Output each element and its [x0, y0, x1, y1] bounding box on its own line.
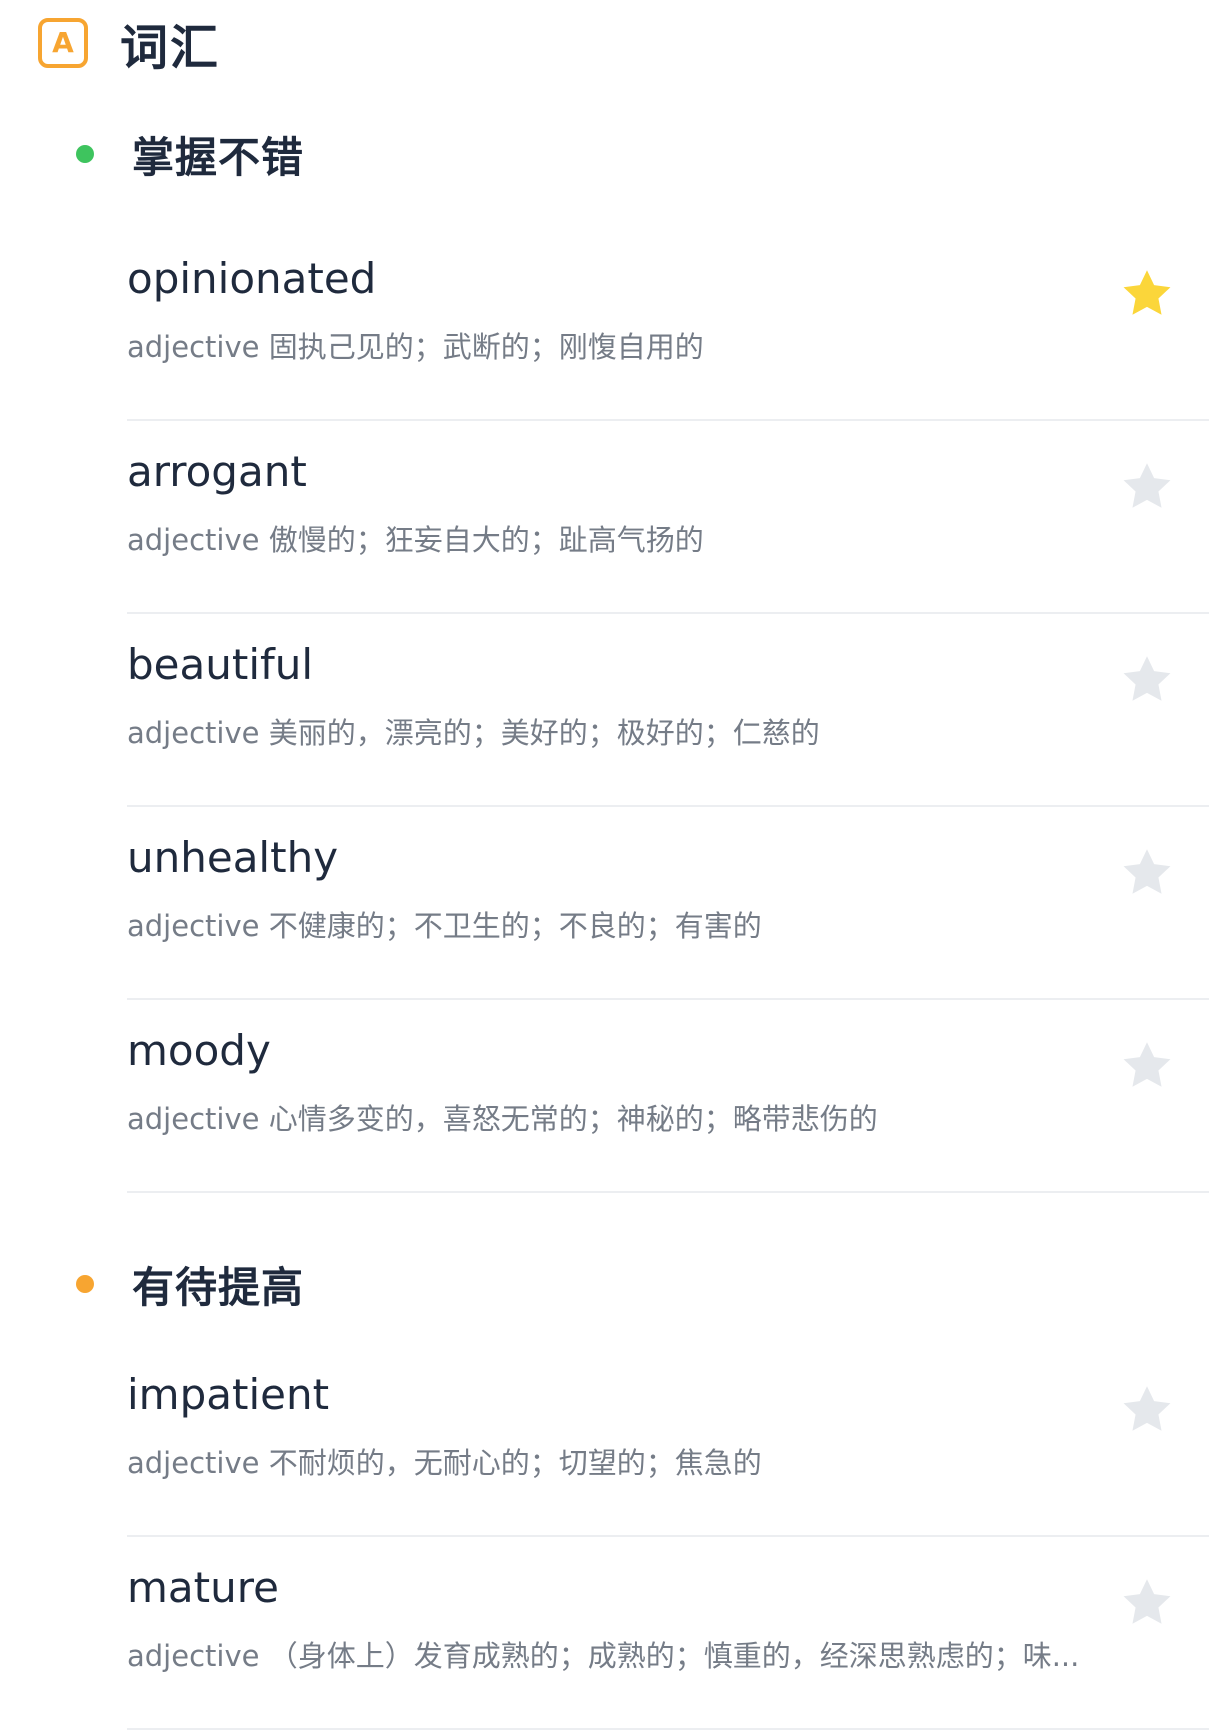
- word-definition: adjective 心情多变的，喜怒无常的；神秘的；略带悲伤的: [127, 1096, 878, 1138]
- word-definition: adjective 不耐烦的，无耐心的；切望的；焦急的: [127, 1440, 762, 1482]
- favorite-star-icon[interactable]: [1119, 652, 1175, 708]
- definition-text: 傲慢的；狂妄自大的；趾高气扬的: [268, 523, 704, 557]
- word-definition: adjective （身体上）发育成熟的；成熟的；慎重的，经深思熟虑的；味...: [127, 1633, 1079, 1675]
- part-of-speech: adjective: [127, 716, 260, 750]
- word-row-unhealthy[interactable]: unhealthy adjective 不健康的；不卫生的；不良的；有害的: [127, 807, 1209, 1000]
- word-term: moody: [127, 1026, 271, 1075]
- word-row-beautiful[interactable]: beautiful adjective 美丽的，漂亮的；美好的；极好的；仁慈的: [127, 614, 1209, 807]
- word-definition: adjective 固执己见的；武断的；刚愎自用的: [127, 324, 704, 366]
- word-row-opinionated[interactable]: opinionated adjective 固执己见的；武断的；刚愎自用的: [127, 228, 1209, 421]
- word-term: arrogant: [127, 447, 307, 496]
- word-term: beautiful: [127, 640, 314, 689]
- part-of-speech: adjective: [127, 1102, 260, 1136]
- word-definition: adjective 不健康的；不卫生的；不良的；有害的: [127, 903, 762, 945]
- word-term: impatient: [127, 1370, 330, 1419]
- part-of-speech: adjective: [127, 1639, 260, 1673]
- definition-text: 固执己见的；武断的；刚愎自用的: [268, 330, 704, 364]
- part-of-speech: adjective: [127, 909, 260, 943]
- section-header-good: 掌握不错: [76, 124, 304, 184]
- favorite-star-icon[interactable]: [1119, 1382, 1175, 1438]
- definition-text: 美丽的，漂亮的；美好的；极好的；仁慈的: [268, 716, 820, 750]
- favorite-star-icon[interactable]: [1119, 266, 1175, 322]
- word-row-mature[interactable]: mature adjective （身体上）发育成熟的；成熟的；慎重的，经深思熟…: [127, 1537, 1209, 1730]
- word-term: mature: [127, 1563, 279, 1612]
- definition-text: 不耐烦的，无耐心的；切望的；焦急的: [268, 1446, 762, 1480]
- vocabulary-letter-icon: A: [38, 18, 88, 68]
- section-title: 有待提高: [132, 1262, 305, 1312]
- section-status-dot: [76, 1275, 94, 1293]
- word-row-arrogant[interactable]: arrogant adjective 傲慢的；狂妄自大的；趾高气扬的: [127, 421, 1209, 614]
- definition-text: （身体上）发育成熟的；成熟的；慎重的，经深思熟虑的；味...: [268, 1639, 1080, 1673]
- word-definition: adjective 美丽的，漂亮的；美好的；极好的；仁慈的: [127, 710, 820, 752]
- favorite-star-icon[interactable]: [1119, 1038, 1175, 1094]
- word-definition: adjective 傲慢的；狂妄自大的；趾高气扬的: [127, 517, 704, 559]
- favorite-star-icon[interactable]: [1119, 845, 1175, 901]
- favorite-star-icon[interactable]: [1119, 1575, 1175, 1631]
- section-header-improve: 有待提高: [76, 1254, 304, 1314]
- word-term: unhealthy: [127, 833, 339, 882]
- word-term: opinionated: [127, 254, 377, 303]
- definition-text: 不健康的；不卫生的；不良的；有害的: [268, 909, 762, 943]
- page-title: 词汇: [120, 20, 221, 76]
- word-row-impatient[interactable]: impatient adjective 不耐烦的，无耐心的；切望的；焦急的: [127, 1344, 1209, 1537]
- part-of-speech: adjective: [127, 1446, 260, 1480]
- definition-text: 心情多变的，喜怒无常的；神秘的；略带悲伤的: [268, 1102, 878, 1136]
- vocabulary-header: A 词汇: [38, 14, 220, 76]
- part-of-speech: adjective: [127, 523, 260, 557]
- section-title: 掌握不错: [132, 132, 305, 182]
- part-of-speech: adjective: [127, 330, 260, 364]
- favorite-star-icon[interactable]: [1119, 459, 1175, 515]
- section-status-dot: [76, 145, 94, 163]
- word-row-moody[interactable]: moody adjective 心情多变的，喜怒无常的；神秘的；略带悲伤的: [127, 1000, 1209, 1193]
